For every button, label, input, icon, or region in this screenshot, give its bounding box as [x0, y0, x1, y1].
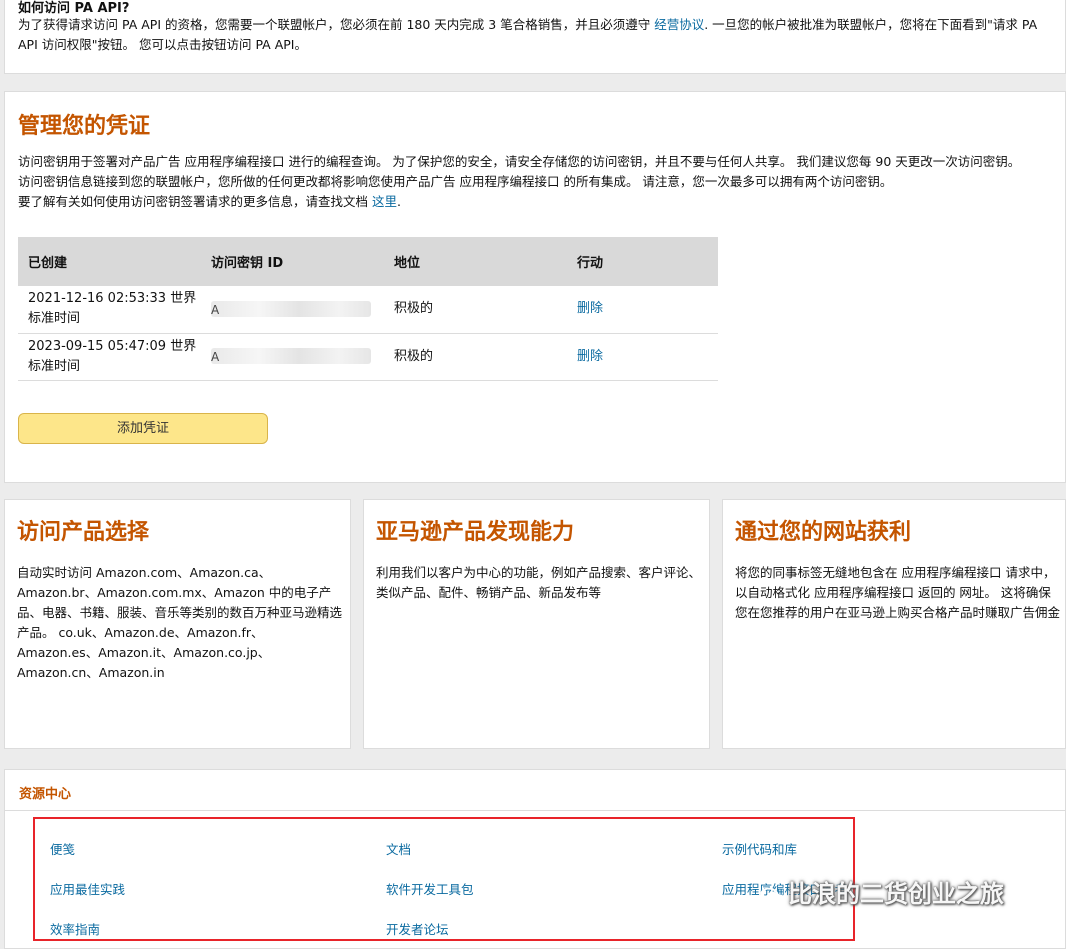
resource-center-title: 资源中心 — [19, 787, 72, 802]
credentials-line-3-text: 要了解有关如何使用访问密钥签署请求的更多信息，请查找文档 — [18, 194, 369, 209]
card-title: 通过您的网站获利 — [735, 520, 912, 545]
key-id-text: A — [211, 350, 220, 364]
add-credential-button[interactable]: 添加凭证 — [18, 413, 268, 444]
wechat-icon — [760, 883, 782, 907]
feature-card-product-discovery: 亚马逊产品发现能力 利用我们以客户为中心的功能，例如产品搜索、客户评论、类似产品… — [363, 499, 710, 749]
action-cell: 删除 — [567, 286, 718, 334]
resource-link-docs[interactable]: 文档 — [386, 839, 411, 858]
access-keys-table: 已创建 访问密钥 ID 地位 行动 2021-12-16 02:53:33 世界… — [18, 237, 718, 381]
watermark-text: 比浪的二货创业之旅 — [788, 880, 1004, 908]
delete-key-link[interactable]: 删除 — [577, 301, 603, 316]
highlight-box: 便笺 文档 示例代码和库 应用最佳实践 软件开发工具包 应用程序编程接口参考 效… — [33, 817, 855, 941]
credentials-line-3-end: . — [397, 194, 401, 209]
created-cell: 2021-12-16 02:53:33 世界标准时间 — [18, 286, 201, 334]
card-text: 将您的同事标签无缝地包含在 应用程序编程接口 请求中，以自动格式化 应用程序编程… — [735, 565, 1061, 620]
resource-center-panel: 资源中心 便笺 文档 示例代码和库 应用最佳实践 软件开发工具包 应用程序编程接… — [4, 769, 1066, 949]
header-action: 行动 — [567, 237, 718, 286]
intro-question: 如何访问 PA API? — [18, 1, 130, 16]
divider — [5, 810, 1065, 811]
redacted-key: A — [211, 348, 371, 364]
resource-link-notes[interactable]: 便笺 — [50, 839, 75, 858]
operating-agreement-link[interactable]: 经营协议 — [654, 17, 704, 32]
table-row: 2023-09-15 05:47:09 世界标准时间 A 积极的 删除 — [18, 333, 718, 381]
credentials-line-1: 访问密钥用于签署对产品广告 应用程序编程接口 进行的编程查询。 为了保护您的安全… — [18, 154, 1021, 169]
header-status: 地位 — [384, 237, 567, 286]
credentials-title: 管理您的凭证 — [18, 114, 151, 139]
credentials-description: 访问密钥用于签署对产品广告 应用程序编程接口 进行的编程查询。 为了保护您的安全… — [18, 152, 1063, 212]
card-text: 自动实时访问 Amazon.com、Amazon.ca、Amazon.br、Am… — [17, 565, 343, 680]
status-cell: 积极的 — [384, 333, 567, 381]
resource-link-dev-forum[interactable]: 开发者论坛 — [386, 919, 449, 938]
created-cell: 2023-09-15 05:47:09 世界标准时间 — [18, 333, 201, 381]
resource-link-best-practices[interactable]: 应用最佳实践 — [50, 879, 125, 898]
intro-text: 为了获得请求访问 PA API 的资格，您需要一个联盟帐户，您必须在前 180 … — [18, 15, 1054, 55]
table-header-row: 已创建 访问密钥 ID 地位 行动 — [18, 237, 718, 286]
intro-text-before: 为了获得请求访问 PA API 的资格，您需要一个联盟帐户，您必须在前 180 … — [18, 17, 651, 32]
credentials-line-2: 访问密钥信息链接到您的联盟帐户，您所做的任何更改都将影响您使用产品广告 应用程序… — [18, 174, 893, 189]
delete-key-link[interactable]: 删除 — [577, 349, 603, 364]
header-created: 已创建 — [18, 237, 201, 286]
resource-link-sample-code[interactable]: 示例代码和库 — [722, 839, 797, 858]
pa-api-intro-panel: 如何访问 PA API? 为了获得请求访问 PA API 的资格，您需要一个联盟… — [4, 0, 1066, 74]
redacted-key: A — [211, 300, 371, 317]
resource-link-sdk[interactable]: 软件开发工具包 — [386, 879, 474, 898]
card-text: 利用我们以客户为中心的功能，例如产品搜索、客户评论、类似产品、配件、畅销产品、新… — [376, 565, 702, 600]
card-title: 访问产品选择 — [17, 520, 150, 545]
feature-card-monetize: 通过您的网站获利 将您的同事标签无缝地包含在 应用程序编程接口 请求中，以自动格… — [722, 499, 1066, 749]
credentials-line-3: 要了解有关如何使用访问密钥签署请求的更多信息，请查找文档 这里. — [18, 192, 1063, 212]
action-cell: 删除 — [567, 333, 718, 381]
manage-credentials-panel: 管理您的凭证 访问密钥用于签署对产品广告 应用程序编程接口 进行的编程查询。 为… — [4, 91, 1066, 483]
docs-here-link[interactable]: 这里 — [372, 194, 397, 209]
table-row: 2021-12-16 02:53:33 世界标准时间 A 积极的 删除 — [18, 286, 718, 334]
key-id-text: A — [211, 302, 220, 317]
key-id-cell: A — [201, 286, 384, 334]
watermark: 比浪的二货创业之旅 — [760, 874, 1004, 909]
header-key-id: 访问密钥 ID — [201, 237, 384, 286]
feature-card-product-selection: 访问产品选择 自动实时访问 Amazon.com、Amazon.ca、Amazo… — [4, 499, 351, 749]
status-cell: 积极的 — [384, 286, 567, 334]
card-title: 亚马逊产品发现能力 — [376, 520, 575, 545]
key-id-cell: A — [201, 333, 384, 381]
resource-link-efficiency-guide[interactable]: 效率指南 — [50, 919, 100, 938]
